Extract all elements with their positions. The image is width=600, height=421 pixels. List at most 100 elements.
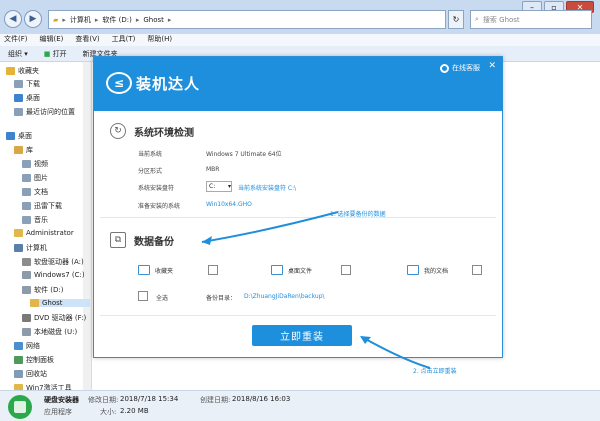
chevron-down-icon: ▾ <box>227 183 231 190</box>
sidebar-item[interactable]: 文档 <box>22 187 90 197</box>
menu-tools[interactable]: 工具(T) <box>112 34 136 46</box>
install-drive-select[interactable]: C: ▾ <box>206 181 232 192</box>
backup-section-title: ⧉ 数据备份 <box>110 232 174 248</box>
size-label: 大小: <box>100 408 117 416</box>
backup-icon: ⧉ <box>110 232 126 248</box>
sidebar-item[interactable]: 桌面 <box>14 93 90 103</box>
breadcrumb-separator: ▸ <box>62 15 66 24</box>
search-icon: ⌕ <box>475 15 479 23</box>
documents-checkbox[interactable] <box>472 265 482 275</box>
backup-item-label: 桌面文件 <box>288 267 313 275</box>
breadcrumb-item[interactable]: 软件 (D:) <box>102 15 131 25</box>
sidebar-item[interactable]: Administrator <box>14 229 90 237</box>
sidebar-item[interactable]: 音乐 <box>22 215 90 225</box>
back-button[interactable]: ◀ <box>4 10 22 28</box>
dialog-header: ≤ 装机达人 在线客服 ✕ <box>94 57 502 111</box>
sidebar-item[interactable]: 桌面 <box>6 131 90 141</box>
sidebar-item[interactable]: 计算机 <box>14 243 90 253</box>
open-label: 打开 <box>52 49 67 58</box>
star-icon <box>6 67 15 75</box>
install-drive-value: C: <box>209 183 216 190</box>
menu-file[interactable]: 文件(F) <box>4 34 28 46</box>
sidebar-item-label: 本地磁盘 (U:) <box>34 328 78 336</box>
sidebar-item-label: DVD 驱动器 (F:) <box>34 314 87 322</box>
refresh-button[interactable]: ↻ <box>448 10 464 29</box>
breadcrumb-item[interactable]: Ghost <box>143 16 164 24</box>
select-all-label: 全选 <box>156 295 169 302</box>
sidebar-item-label: 库 <box>26 146 33 154</box>
open-button[interactable]: ■ 打开 <box>44 49 67 59</box>
online-service-link[interactable]: 在线客服 <box>440 63 480 73</box>
sidebar-item[interactable]: Windows7 (C:) <box>22 271 90 279</box>
sidebar-item[interactable]: 软件 (D:) <box>22 285 90 295</box>
app-logo: ≤ 装机达人 <box>106 72 200 94</box>
menu-view[interactable]: 查看(V) <box>75 34 99 46</box>
backup-item-label: 收藏夹 <box>155 267 174 275</box>
drive-icon <box>22 328 31 336</box>
sidebar-item-label: 文档 <box>34 188 48 196</box>
sidebar-item-label: 软盘驱动器 (A:) <box>34 258 84 266</box>
sidebar-item[interactable]: 最近访问的位置 <box>14 107 90 117</box>
sidebar-item[interactable]: DVD 驱动器 (F:) <box>22 313 90 323</box>
close-dialog-button[interactable]: ✕ <box>488 61 496 71</box>
sidebar-item[interactable]: 迅雷下载 <box>22 201 90 211</box>
sidebar-item[interactable]: 下载 <box>14 79 90 89</box>
sidebar-item-label: 网络 <box>26 342 40 350</box>
env-section-title: ↻ 系统环境检测 <box>110 123 194 139</box>
search-placeholder: 搜索 Ghost <box>482 15 520 24</box>
modified-label: 修改日期: <box>88 396 119 404</box>
reinstall-now-button[interactable]: 立即重装 <box>252 325 352 346</box>
sidebar-item-label: 桌面 <box>18 132 32 140</box>
sidebar-item[interactable]: Ghost <box>30 299 90 307</box>
breadcrumb-separator: ▸ <box>94 15 99 24</box>
select-all-checkbox[interactable] <box>138 291 148 301</box>
menu-help[interactable]: 帮助(H) <box>147 34 172 46</box>
sidebar-item-label: Windows7 (C:) <box>34 271 85 279</box>
annotation-step1: 1. 选择要备份的数据 <box>330 211 386 218</box>
target-system-label: 准备安装的系统 <box>138 203 181 210</box>
forward-button[interactable]: ▶ <box>24 10 42 28</box>
back-arrow-icon: ◀ <box>9 14 17 24</box>
documents-icon <box>22 188 31 196</box>
search-input[interactable]: ⌕ 搜索 Ghost <box>470 10 592 29</box>
online-service-label: 在线客服 <box>452 64 480 72</box>
sidebar-item-label: Administrator <box>26 229 74 237</box>
backup-item-documents: 我的文档 <box>407 265 448 275</box>
chat-icon <box>440 63 449 73</box>
sidebar-item[interactable]: 收藏夹 <box>6 66 90 76</box>
sidebar-item[interactable]: 回收站 <box>14 369 90 379</box>
desktop-files-checkbox[interactable] <box>341 265 351 275</box>
partition-type-value: MBR <box>206 166 220 173</box>
sidebar-item[interactable]: 网络 <box>14 341 90 351</box>
app-name: 装机达人 <box>136 74 201 93</box>
sidebar-item-label: 计算机 <box>26 244 47 252</box>
sidebar-item[interactable]: 视频 <box>22 159 90 169</box>
menu-edit[interactable]: 编辑(E) <box>40 34 64 46</box>
section-divider <box>100 217 496 218</box>
pictures-icon <box>22 174 31 182</box>
menu-bar: 文件(F) 编辑(E) 查看(V) 工具(T) 帮助(H) <box>0 34 600 46</box>
sidebar-item-label: 视频 <box>34 160 48 168</box>
folder-icon: ▰ <box>53 15 59 24</box>
organize-button[interactable]: 组织 ▾ <box>8 49 28 59</box>
library-icon <box>14 146 23 154</box>
sidebar-item[interactable]: 本地磁盘 (U:) <box>22 327 90 337</box>
breadcrumb-separator: ▸ <box>135 15 140 24</box>
sidebar-item[interactable]: 库 <box>14 145 90 155</box>
breadcrumb-item[interactable]: 计算机 <box>70 15 91 25</box>
sidebar-item-label: 收藏夹 <box>18 67 39 75</box>
desktop-icon <box>6 132 15 140</box>
backup-title: 数据备份 <box>134 236 174 248</box>
sidebar-item[interactable]: 软盘驱动器 (A:) <box>22 257 90 267</box>
backup-dir-value[interactable]: D:\ZhuangJiDaRen\backup\ <box>244 293 325 300</box>
forward-arrow-icon: ▶ <box>29 14 37 24</box>
install-drive-label: 系统安装盘符 <box>138 185 175 192</box>
sidebar-item-label: 软件 (D:) <box>34 286 64 294</box>
current-system-label: 当前系统 <box>138 151 163 158</box>
network-icon <box>14 342 23 350</box>
sidebar-item[interactable]: 控制面板 <box>14 355 90 365</box>
favorites-checkbox[interactable] <box>208 265 218 275</box>
backup-item-favorites: 收藏夹 <box>138 265 173 275</box>
sidebar-item[interactable]: 图片 <box>22 173 90 183</box>
address-bar[interactable]: ▰ ▸ 计算机 ▸ 软件 (D:) ▸ Ghost ▸ <box>48 10 446 29</box>
